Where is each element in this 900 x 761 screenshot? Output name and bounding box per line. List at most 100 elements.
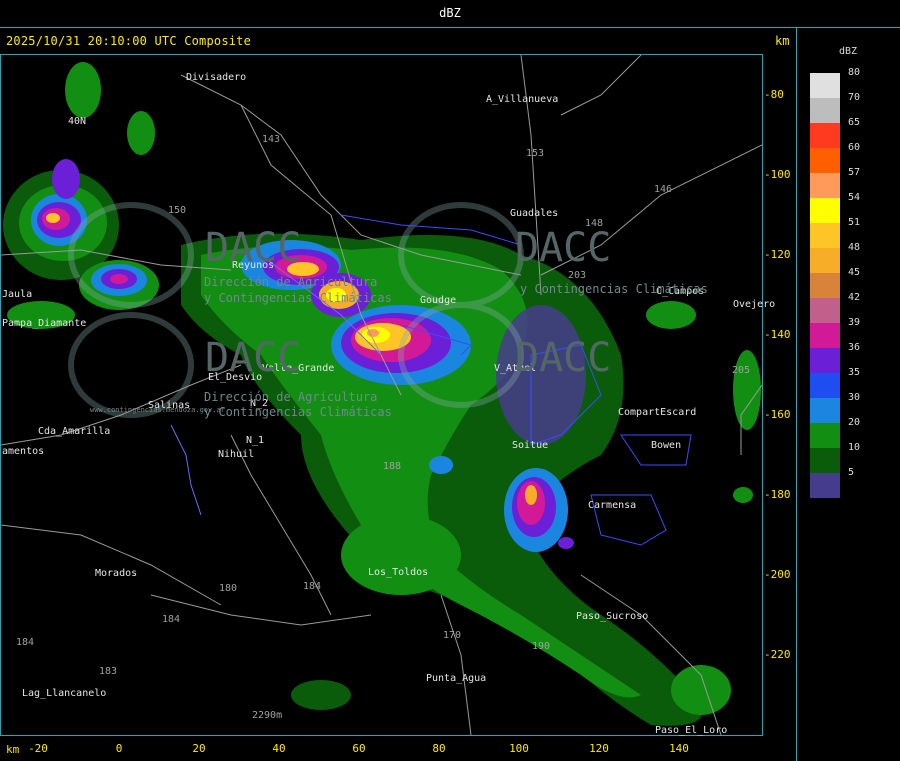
radar-map-canvas: [0, 54, 763, 736]
watermark-logo: DACC: [205, 335, 302, 381]
place-label: CompartEscard: [618, 407, 697, 418]
y-axis-tick: -180: [764, 488, 791, 501]
legend-label: 36: [848, 342, 861, 353]
legend-swatch: [810, 398, 840, 423]
road-number: 184: [16, 637, 35, 648]
y-axis-tick: -140: [764, 328, 791, 341]
x-axis-tick: 20: [192, 742, 206, 755]
legend-swatch: [810, 473, 840, 498]
road-number: 183: [99, 666, 118, 677]
legend-label: 45: [848, 267, 861, 278]
road-number: 188: [383, 461, 402, 472]
watermark-line2: y Contingencias Climáticas: [204, 291, 392, 305]
place-label: 40N: [68, 116, 87, 127]
road-number: 184: [162, 614, 181, 625]
y-axis-tick: -100: [764, 168, 791, 181]
y-axis-tick: -120: [764, 248, 791, 261]
place-label: Punta_Agua: [426, 673, 487, 684]
legend-swatch: [810, 348, 840, 373]
x-axis-tick: 40: [272, 742, 286, 755]
legend-swatch: [810, 373, 840, 398]
legend-label: 80: [848, 67, 861, 78]
legend-label: 10: [848, 442, 861, 453]
y-axis-tick: -160: [764, 408, 791, 421]
road-number: 2290m: [252, 710, 283, 721]
place-label: Bowen: [651, 440, 682, 451]
x-axis-tick: 100: [509, 742, 529, 755]
road-number: 143: [262, 134, 281, 145]
unit-label-top: km: [775, 34, 790, 48]
watermark-logo: DACC: [205, 225, 302, 271]
legend-label: 20: [848, 417, 861, 428]
legend-label: 57: [848, 167, 861, 178]
legend-swatch: [810, 323, 840, 348]
watermark-logo: DACC: [515, 225, 612, 271]
legend-label: 51: [848, 217, 861, 228]
legend-label: 5: [848, 467, 855, 478]
road-number: 146: [654, 184, 673, 195]
legend-swatch: [810, 123, 840, 148]
watermark-logo: DACC: [515, 335, 612, 381]
x-axis-tick: 140: [669, 742, 689, 755]
place-label: Morados: [95, 568, 138, 579]
place-label: Ovejero: [733, 299, 776, 310]
timestamp-label: 2025/10/31 20:10:00 UTC Composite: [6, 34, 252, 48]
legend-label: 65: [848, 117, 861, 128]
legend-swatch: [810, 423, 840, 448]
place-label: Jaula: [2, 289, 33, 300]
road-number: 203: [568, 270, 587, 281]
legend-label: 54: [848, 192, 861, 203]
legend-swatch: [810, 148, 840, 173]
road-number: 205: [732, 365, 751, 376]
legend-label: 39: [848, 317, 861, 328]
x-axis-tick: 60: [352, 742, 366, 755]
road-number: 153: [526, 148, 545, 159]
road-number: 180: [219, 583, 238, 594]
watermark-line1: Dirección de Agricultura: [204, 275, 378, 289]
place-label: Paso_El_Loro: [655, 725, 728, 736]
legend-swatch: [810, 98, 840, 123]
place-label: Pampa_Diamante: [2, 318, 87, 329]
road-number: 184: [303, 581, 322, 592]
window-title-bar: dBZ: [0, 0, 900, 28]
legend-swatch: [810, 448, 840, 473]
place-label: A_Villanueva: [486, 94, 559, 105]
watermark-line1: Dirección de Agricultura: [204, 390, 378, 404]
unit-label-bottom: km: [6, 743, 20, 756]
x-axis-tick: 80: [432, 742, 446, 755]
road-number: 190: [532, 641, 551, 652]
legend-label: 70: [848, 92, 861, 103]
place-label: Soitue: [512, 440, 549, 451]
place-label: Cda_Amarilla: [38, 426, 111, 437]
place-label: Paso_Sucroso: [576, 611, 649, 622]
place-label: Lag_Llancanelo: [22, 688, 107, 699]
place-label: N_1: [246, 435, 265, 446]
watermark-url: www.contingencias.mendoza.gov.ar: [90, 406, 225, 414]
y-axis-tick: -220: [764, 648, 791, 661]
place-label: Divisadero: [186, 72, 247, 83]
legend-swatch: [810, 198, 840, 223]
place-label: Goudge: [420, 295, 457, 306]
legend-swatch: [810, 298, 840, 323]
legend-swatch: [810, 223, 840, 248]
x-axis-tick: 120: [589, 742, 609, 755]
legend-swatch: [810, 248, 840, 273]
place-label: Carmensa: [588, 500, 637, 511]
radar-map[interactable]: [0, 54, 763, 736]
place-label: Guadales: [510, 208, 559, 219]
y-axis-tick: -200: [764, 568, 791, 581]
place-label: amentos: [2, 446, 45, 457]
window-title: dBZ: [439, 6, 461, 20]
place-label: Nihuil: [218, 449, 255, 460]
x-axis-tick: -20: [28, 742, 48, 755]
road-number: 150: [168, 205, 187, 216]
radar-echoes: [3, 62, 761, 726]
legend-label: 42: [848, 292, 861, 303]
legend-swatch: [810, 273, 840, 298]
watermark-line2: y Contingencias Climáticas: [520, 282, 708, 296]
legend-label: 30: [848, 392, 861, 403]
legend-swatch: [810, 173, 840, 198]
watermark-line2: y Contingencias Climáticas: [204, 405, 392, 419]
legend-label: 60: [848, 142, 861, 153]
legend-swatch: [810, 73, 840, 98]
